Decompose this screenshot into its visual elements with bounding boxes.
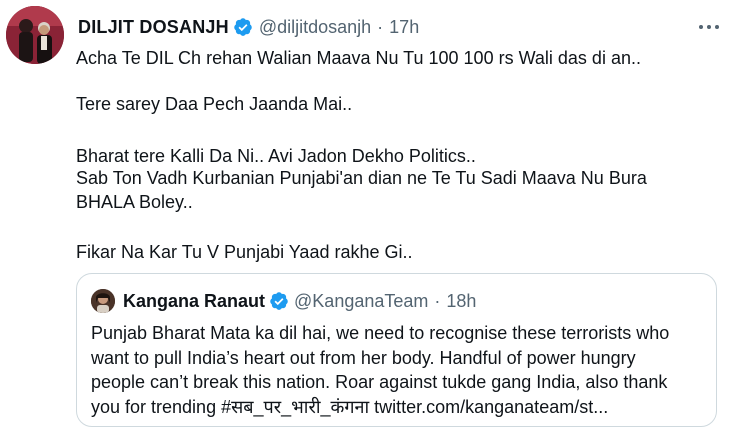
avatar-photo (6, 6, 64, 64)
more-horizontal-icon[interactable] (696, 14, 722, 40)
tweet-paragraph: Bharat tere Kalli Da Ni.. Avi Jadon Dekh… (76, 146, 476, 166)
author-avatar[interactable] (6, 6, 64, 64)
verified-badge-icon (234, 18, 252, 36)
tweet-paragraph: Sab Ton Vadh Kurbanian Punjabi'an dian n… (76, 168, 647, 188)
quoted-author-name[interactable]: Kangana Ranaut (123, 291, 265, 312)
tweet[interactable]: DILJIT DOSANJH @diljitdosanjh · 17h Acha… (0, 0, 740, 434)
quoted-text-line: want to pull India’s heart out from her … (91, 347, 636, 368)
quoted-tweet[interactable]: Kangana Ranaut @KanganaTeam · 18h Punjab… (76, 273, 717, 427)
tweet-paragraph: BHALA Boley.. (76, 192, 193, 212)
tweet-header: DILJIT DOSANJH @diljitdosanjh · 17h (78, 14, 419, 40)
avatar-photo (91, 289, 115, 313)
tweet-paragraph: Acha Te DIL Ch rehan Walian Maava Nu Tu … (76, 48, 641, 68)
author-handle[interactable]: @diljitdosanjh (259, 17, 371, 38)
verified-badge-icon (270, 292, 288, 310)
separator-dot: · (377, 16, 384, 37)
separator-dot: · (434, 290, 441, 311)
quoted-text-line: you for trending #सब_पर_भारी_कंगना twitt… (91, 396, 609, 417)
quoted-author-avatar[interactable] (91, 289, 115, 313)
tweet-paragraph: Fikar Na Kar Tu V Punjabi Yaad rakhe Gi.… (76, 242, 413, 262)
author-name[interactable]: DILJIT DOSANJH (78, 17, 229, 38)
quoted-tweet-header: Kangana Ranaut @KanganaTeam · 18h (91, 288, 476, 314)
quoted-text-line: Punjab Bharat Mata ka dil hai, we need t… (91, 323, 670, 343)
tweet-timestamp[interactable]: 17h (389, 17, 419, 38)
quoted-tweet-timestamp[interactable]: 18h (446, 291, 476, 312)
quoted-text-line: people can’t break this nation. Roar aga… (91, 372, 668, 392)
quoted-tweet-text: Punjab Bharat Mata ka dil hai, we need t… (91, 321, 706, 419)
quoted-author-handle[interactable]: @KanganaTeam (294, 291, 428, 312)
tweet-paragraph: Tere sarey Daa Pech Jaanda Mai.. (76, 94, 353, 114)
